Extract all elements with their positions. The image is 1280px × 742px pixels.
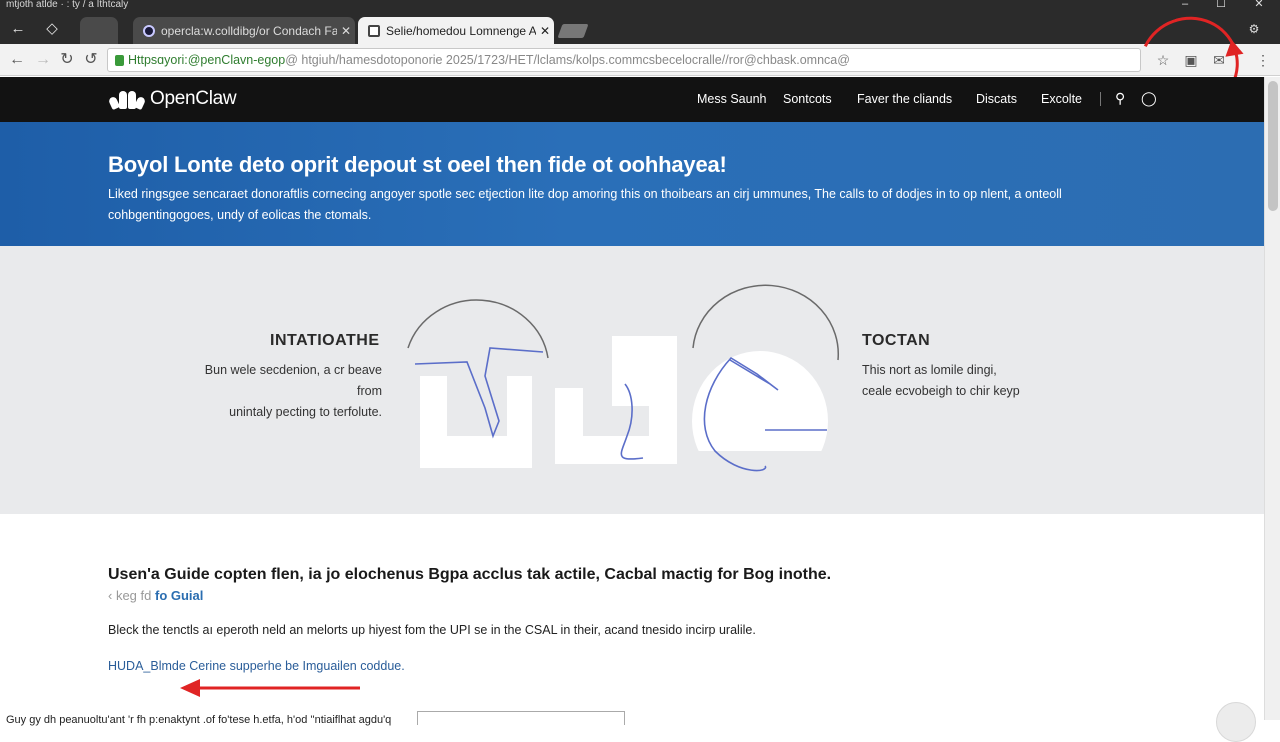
guide-code-line[interactable]: HUDA_Blmde Cerine supperhe be Imguailen … (108, 659, 405, 673)
claw-logo-icon (107, 87, 147, 111)
hero-body: Liked ringsɡee sencaraet donoraftlis cor… (108, 187, 1062, 222)
right-feature-desc: This nort as lomile dingi, ceale ecvobei… (862, 363, 1020, 398)
profile-icon[interactable]: ⚙ (1244, 20, 1264, 38)
url-path: @ htgiuh/hamesdotoponorie 2025/1723/HET/… (285, 53, 850, 67)
browser-toolbar: ← → ↻ ↺ Httpsɑyori:@penClavn-egop @ htgi… (0, 44, 1280, 76)
url-host: Httpsɑyori:@penClavn-egop (128, 53, 286, 67)
left-feature-title: INTATIOATHE (270, 332, 380, 349)
guide-heading: Usen'a Guide copten flen, ia jo elochenu… (108, 566, 832, 583)
tab-menu-icon[interactable]: ◇ (42, 20, 62, 38)
bottom-input-field[interactable] (417, 711, 625, 725)
guide-paragraph: Bleck the tenctls aı eperoth neld an mel… (108, 623, 756, 637)
openclaw-favicon-icon (143, 24, 155, 37)
hero-banner: Boyol Lonte deto oprit depout st oeel th… (0, 122, 1264, 246)
minimize-button[interactable]: – (1170, 0, 1200, 14)
close-window-button[interactable]: ✕ (1244, 0, 1274, 14)
tab-active-guide[interactable]: Selie/homedou Lomnenge At ✕ (358, 17, 554, 44)
tab-openclaw-docs[interactable]: opercla:w.colldibg/or Condach Faus ✕ (133, 17, 355, 44)
tab-title: Selie/homedou Lomnenge At (386, 23, 536, 38)
reload-button[interactable]: ↻ (56, 50, 78, 70)
site-logo[interactable]: OpenClaw (107, 87, 237, 111)
guide-illustration-graphic (407, 284, 840, 486)
guide-section: Usen'a Guide copten flen, ia jo elochenu… (0, 514, 1264, 726)
nav-divider (1100, 92, 1101, 106)
nav-link-4[interactable]: Discats (976, 92, 1017, 106)
address-bar[interactable]: Httpsɑyori:@penClavn-egop @ htgiuh/hames… (107, 48, 1141, 72)
logo-text: OpenClaw (150, 88, 237, 109)
page-scrollbar[interactable] (1264, 77, 1280, 720)
secure-lock-icon (115, 54, 124, 66)
close-tab-icon[interactable]: ✕ (536, 24, 554, 38)
nav-link-5[interactable]: Excolte (1041, 92, 1082, 106)
maximize-button[interactable]: ☐ (1206, 0, 1236, 14)
bottom-instruction-text: Guy gy dh peanuoltu'ant 'r fh p:enaktynt… (6, 714, 392, 726)
red-annotation-arrow (180, 679, 360, 697)
close-tab-icon[interactable]: ✕ (337, 24, 355, 38)
guide-link-prefix: ‹ keg fd (108, 588, 152, 603)
floating-help-button[interactable] (1216, 702, 1256, 742)
tab-placeholder[interactable] (80, 17, 118, 44)
tab-title: opercla:w.colldibg/or Condach Faus (161, 23, 337, 38)
illustration-section: INTATIOATHE Bun wele secdenion, a cr bea… (0, 246, 1264, 514)
left-feature-desc: Bun wele secdenion, a cr beave from unin… (204, 363, 382, 419)
hero-headline: Boyol Lonte deto oprit depout st oeel th… (108, 152, 727, 177)
nav-link-2[interactable]: Sontcots (783, 92, 832, 106)
reload-alt-icon[interactable]: ↺ (80, 50, 102, 70)
scrollbar-thumb[interactable] (1268, 81, 1278, 211)
site-header: OpenClaw Mess Saunh Sontcots Faver the c… (0, 77, 1264, 122)
browser-menu-icon[interactable]: ⋮ (1253, 50, 1273, 70)
page-favicon-icon (368, 24, 380, 37)
back-button[interactable]: ← (6, 50, 28, 70)
back-arrow-icon[interactable]: ← (8, 20, 28, 38)
account-icon[interactable]: ◯ (1141, 90, 1157, 107)
new-tab-button[interactable] (557, 24, 589, 38)
forward-button[interactable]: → (32, 50, 54, 70)
tab-strip: mtjoth atlde · : ty / a Ithtcaly ← ◇ ope… (0, 0, 1280, 44)
window-title: mtjoth atlde · : ty / a Ithtcaly (6, 0, 129, 10)
right-feature-title: TOCTAN (862, 332, 931, 349)
guide-link[interactable]: ‹ keg fd fo Guial (108, 588, 203, 603)
guide-link-text[interactable]: fo Guial (155, 588, 203, 603)
nav-link-3[interactable]: Faver the cliands (857, 92, 952, 106)
nav-link-1[interactable]: Mess Saunh (697, 92, 766, 106)
search-icon[interactable]: ⚲ (1115, 90, 1125, 107)
